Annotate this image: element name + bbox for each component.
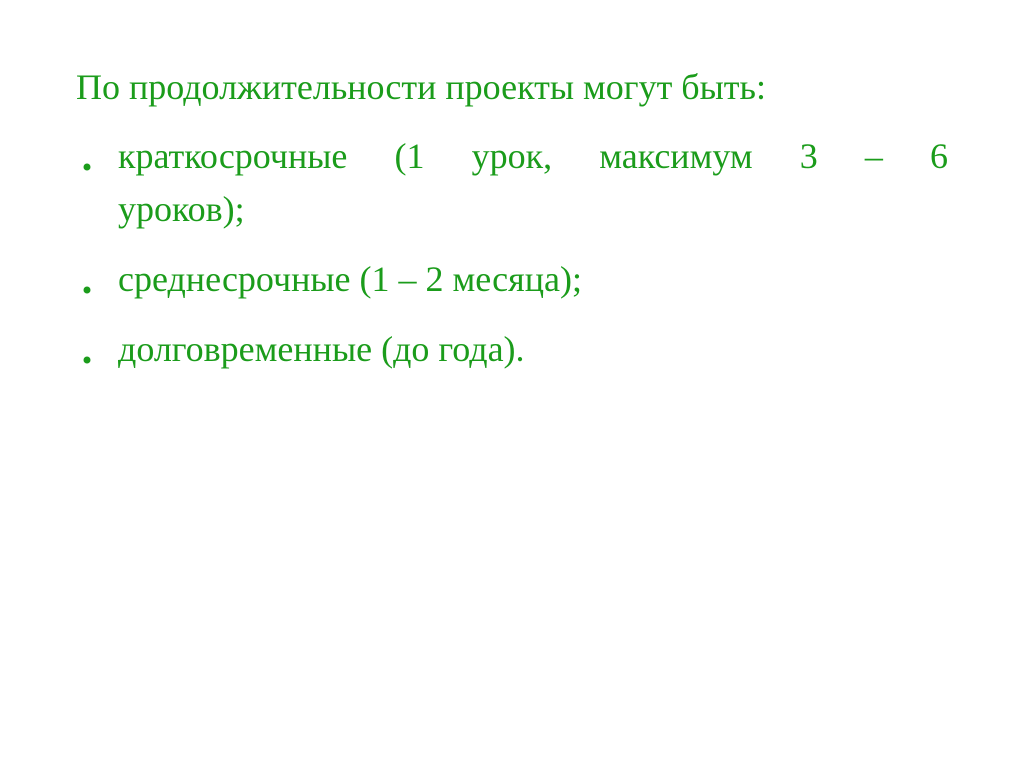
bullet-list: краткосрочные (1 урок, максимум 3 – 6 ур… — [76, 130, 948, 375]
slide-heading: По продолжительности проекты могут быть: — [76, 62, 948, 112]
list-item-line1: долговременные (до года). — [118, 329, 525, 369]
list-item-text: среднесрочные (1 – 2 месяца); — [118, 253, 948, 305]
list-item-line1: краткосрочные (1 урок, максимум 3 – 6 — [118, 130, 948, 182]
bullet-icon — [82, 253, 92, 305]
bullet-icon — [82, 323, 92, 375]
list-item: долговременные (до года). — [76, 323, 948, 375]
list-item-text: долговременные (до года). — [118, 323, 948, 375]
list-item-line1: среднесрочные (1 – 2 месяца); — [118, 259, 582, 299]
list-item: краткосрочные (1 урок, максимум 3 – 6 ур… — [76, 130, 948, 234]
list-item-text: краткосрочные (1 урок, максимум 3 – 6 ур… — [118, 130, 948, 234]
bullet-icon — [82, 130, 92, 182]
list-item: среднесрочные (1 – 2 месяца); — [76, 253, 948, 305]
list-item-line2: уроков); — [118, 189, 245, 229]
